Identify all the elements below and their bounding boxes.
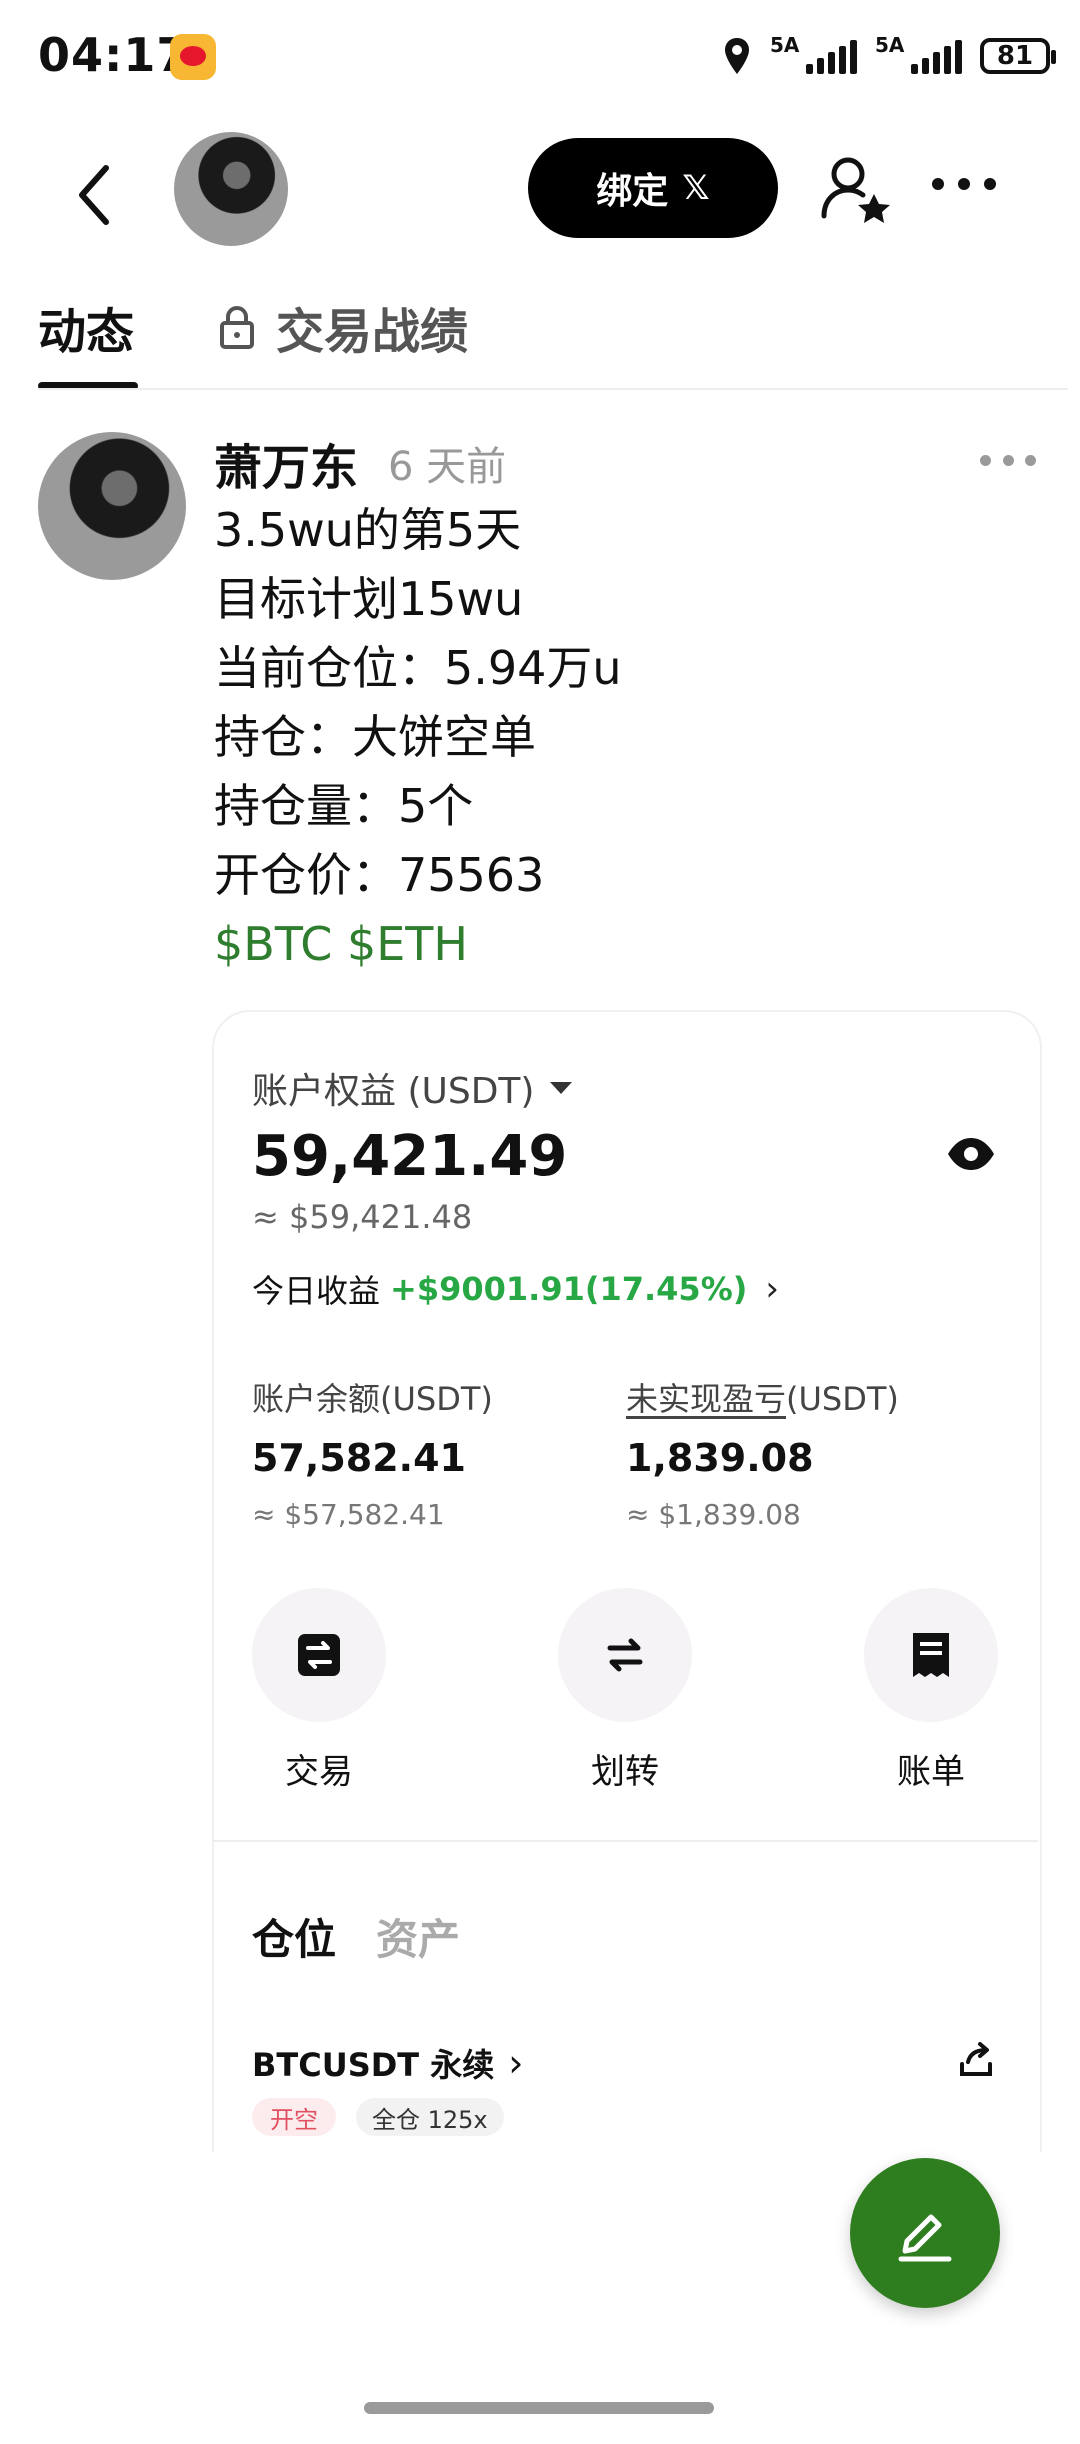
tab-assets[interactable]: 资产	[376, 1906, 460, 1967]
more-options-icon[interactable]	[932, 178, 996, 198]
signal-label-1: 5A	[770, 33, 800, 57]
status-icons: 5A 5A 81	[722, 33, 1056, 78]
weibo-icon	[170, 34, 216, 80]
unrealized-pnl-usd: ≈ $1,839.08	[626, 1498, 801, 1531]
signal-icon-2: 5A	[875, 33, 962, 74]
unrealized-pnl-label-main: 未实现盈亏	[626, 1380, 787, 1418]
transfer-button[interactable]	[558, 1588, 692, 1722]
balance-usd: ≈ $57,582.41	[252, 1498, 445, 1531]
post-line: 当前仓位：5.94万u	[214, 641, 622, 695]
unrealized-pnl-label[interactable]: 未实现盈亏(USDT)	[626, 1374, 899, 1420]
equity-label[interactable]: 账户权益 (USDT)	[252, 1062, 573, 1114]
post-line: 持仓：大饼空单	[214, 710, 536, 764]
today-profit[interactable]: 今日收益 +$9001.91(17.45%) ›	[252, 1266, 779, 1312]
battery-icon: 81	[980, 38, 1056, 74]
chevron-right-icon: ›	[765, 1269, 779, 1309]
status-time: 04:17	[38, 28, 190, 82]
transfer-icon	[607, 1638, 643, 1672]
tab-positions[interactable]: 仓位	[252, 1906, 336, 1967]
location-icon	[725, 38, 749, 74]
bill-button[interactable]	[864, 1588, 998, 1722]
signal-label-2: 5A	[875, 33, 905, 57]
equity-label-text: 账户权益 (USDT)	[252, 1071, 535, 1112]
bind-label: 绑定	[596, 171, 669, 212]
post-author[interactable]: 萧万东	[214, 428, 358, 498]
trade-label: 交易	[285, 1752, 353, 1792]
unrealized-pnl-value: 1,839.08	[626, 1436, 814, 1480]
today-profit-label: 今日收益	[252, 1272, 381, 1310]
transfer-label: 划转	[591, 1752, 659, 1792]
tab-feed[interactable]: 动态	[38, 292, 134, 362]
caret-down-icon	[550, 1082, 573, 1094]
tab-trade-record[interactable]: 交易战绩	[218, 292, 468, 362]
compose-button[interactable]	[850, 2158, 1000, 2308]
header-avatar[interactable]	[174, 132, 288, 246]
bind-x-button[interactable]: 绑定 𝕏	[528, 138, 778, 238]
position-row[interactable]: BTCUSDT 永续 ›	[252, 2040, 523, 2086]
signal-icon-1: 5A	[770, 33, 857, 74]
divider	[212, 1840, 1038, 1842]
today-profit-value: +$9001.91(17.45%)	[390, 1270, 748, 1308]
position-name: BTCUSDT 永续	[252, 2046, 495, 2084]
post-time: 6 天前	[388, 444, 507, 490]
post-more-icon[interactable]	[980, 455, 1036, 469]
equity-value: 59,421.49	[252, 1124, 568, 1189]
bill-icon	[913, 1633, 949, 1677]
eye-icon[interactable]	[946, 1136, 996, 1172]
post-body: 3.5wu的第5天 目标计划15wu 当前仓位：5.94万u 持仓：大饼空单 持…	[214, 496, 622, 979]
post-avatar[interactable]	[38, 432, 186, 580]
chevron-right-icon: ›	[508, 2041, 524, 2085]
post-line: 开仓价：75563	[214, 848, 545, 902]
balance-value: 57,582.41	[252, 1436, 466, 1480]
lock-icon	[220, 306, 254, 349]
margin-badge: 全仓 125x	[356, 2098, 504, 2136]
equity-usd: ≈ $59,421.48	[252, 1198, 473, 1236]
short-badge: 开空	[252, 2098, 336, 2136]
post-line: 目标计划15wu	[214, 572, 524, 626]
edit-pencil-icon	[898, 2214, 952, 2262]
home-indicator[interactable]	[364, 2402, 714, 2414]
post-line: 3.5wu的第5天	[214, 503, 522, 557]
back-arrow-icon[interactable]	[70, 160, 120, 230]
follow-user-icon[interactable]	[818, 150, 898, 230]
share-icon[interactable]	[956, 2040, 996, 2080]
divider	[38, 388, 1068, 390]
balance-label: 账户余额(USDT)	[252, 1380, 493, 1418]
x-logo-icon: 𝕏	[682, 168, 710, 208]
tab-trade-record-label: 交易战绩	[276, 304, 469, 360]
unrealized-pnl-label-unit: (USDT)	[786, 1380, 899, 1418]
bill-label: 账单	[897, 1752, 965, 1792]
post-line: 持仓量：5个	[214, 779, 474, 833]
trade-icon	[298, 1634, 340, 1676]
post-tags[interactable]: $BTC $ETH	[214, 910, 622, 979]
trade-button[interactable]	[252, 1588, 386, 1722]
